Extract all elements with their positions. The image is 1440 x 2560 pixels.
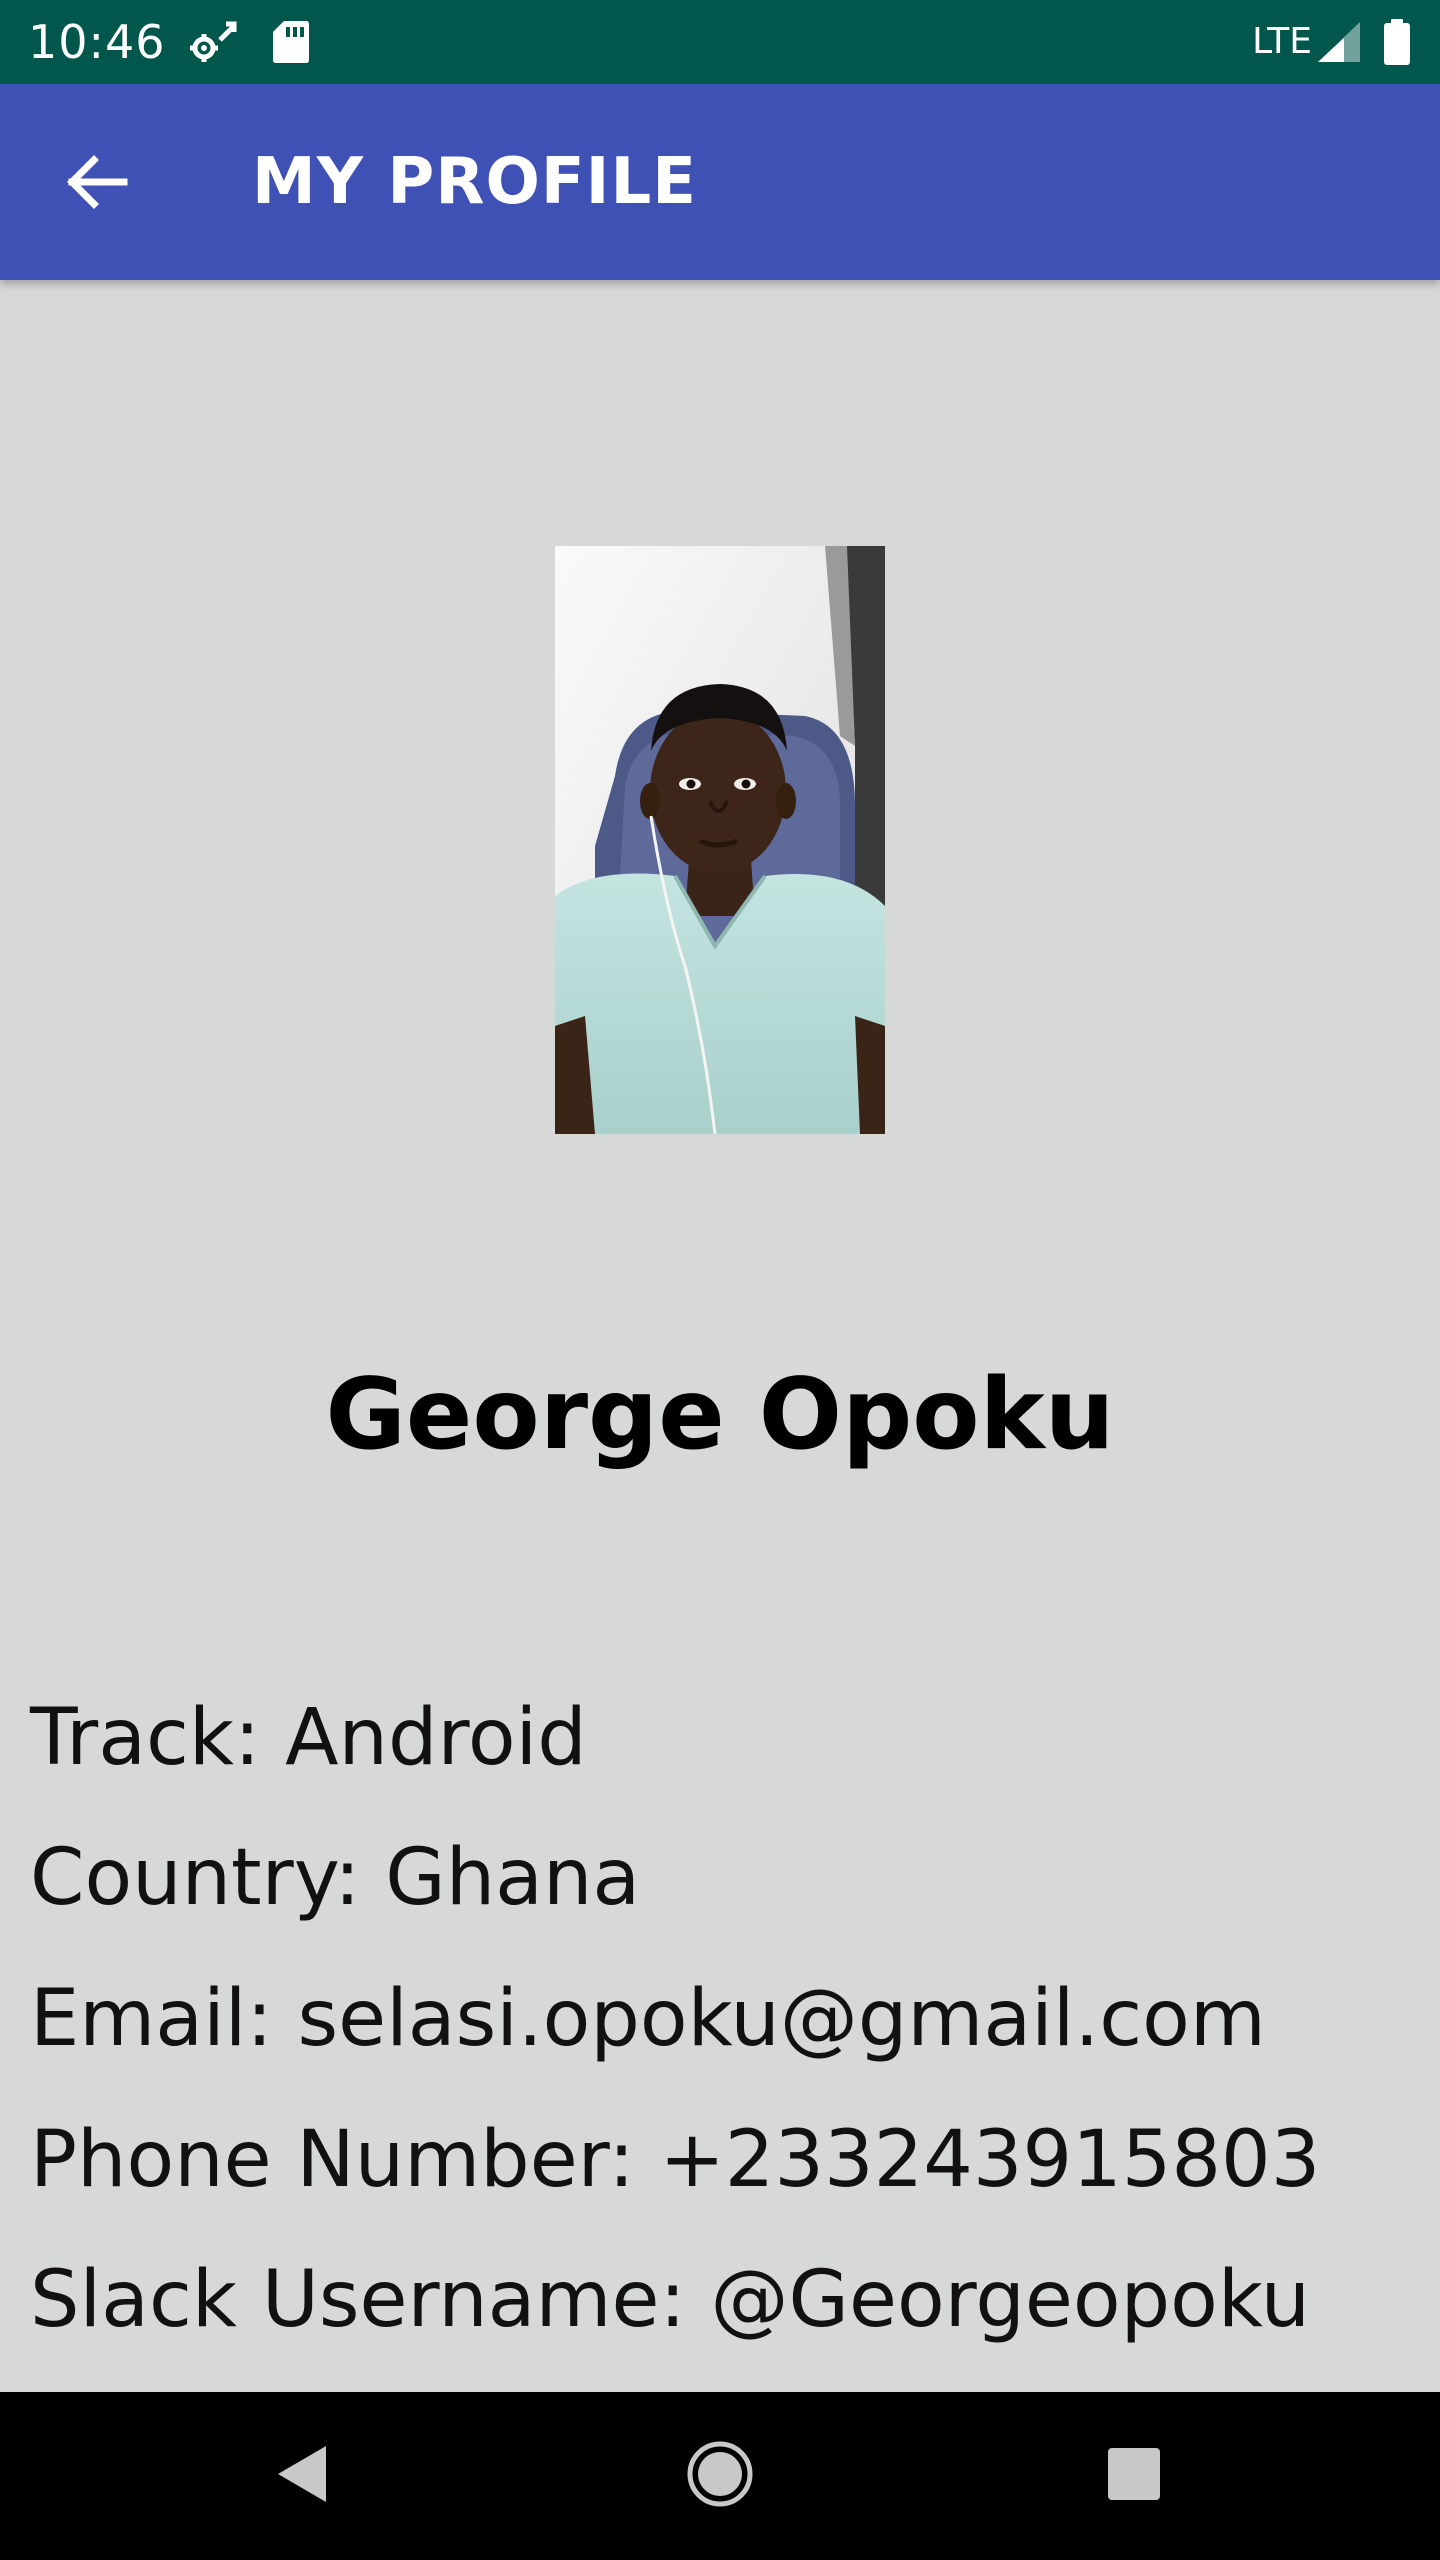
signal-icon <box>1316 0 1362 84</box>
profile-track: Track: Android <box>30 1693 587 1783</box>
recents-square-icon <box>1106 2446 1162 2506</box>
network-type: LTE <box>1252 21 1312 62</box>
status-bar: 10:46 LTE <box>0 0 1440 84</box>
profile-photo <box>555 546 885 1134</box>
nav-recents-button[interactable] <box>1050 2392 1218 2560</box>
profile-country: Country: Ghana <box>30 1833 641 1923</box>
profile-phone: Phone Number: +233243915803 <box>30 2115 1321 2205</box>
profile-email: Email: selasi.opoku@gmail.com <box>30 1974 1266 2064</box>
arrow-back-icon <box>64 150 128 218</box>
profile-slack: Slack Username: @Georgeopoku <box>30 2255 1311 2345</box>
nav-home-button[interactable] <box>636 2392 804 2560</box>
battery-icon <box>1382 0 1412 84</box>
app-bar: MY PROFILE <box>0 84 1440 280</box>
system-nav-bar <box>0 2392 1440 2560</box>
back-triangle-icon <box>274 2442 330 2510</box>
status-time: 10:46 <box>28 15 166 69</box>
back-button[interactable] <box>40 128 152 240</box>
sd-card-icon <box>272 0 310 84</box>
profile-name: George Opoku <box>325 1358 1115 1472</box>
settings-sync-icon <box>188 0 238 84</box>
page-title: MY PROFILE <box>252 145 697 219</box>
home-circle-icon <box>686 2440 754 2512</box>
nav-back-button[interactable] <box>218 2392 386 2560</box>
